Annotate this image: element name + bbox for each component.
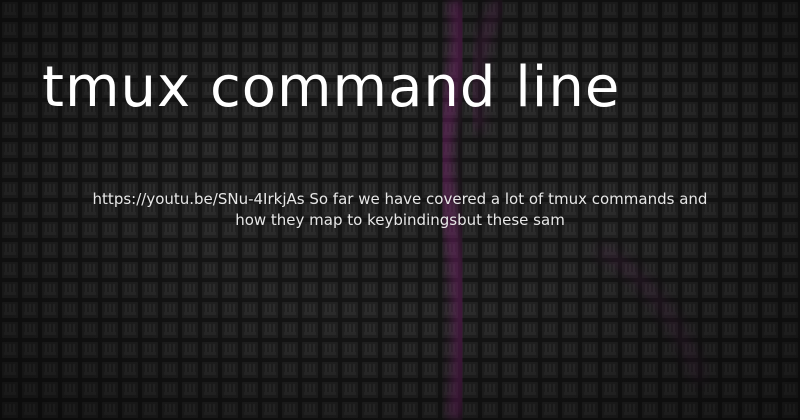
post-title: tmux command line [42, 55, 621, 120]
social-preview-card: tmux command line https://youtu.be/SNu-4… [0, 0, 800, 420]
post-description: https://youtu.be/SNu-4IrkjAs So far we h… [92, 190, 708, 229]
